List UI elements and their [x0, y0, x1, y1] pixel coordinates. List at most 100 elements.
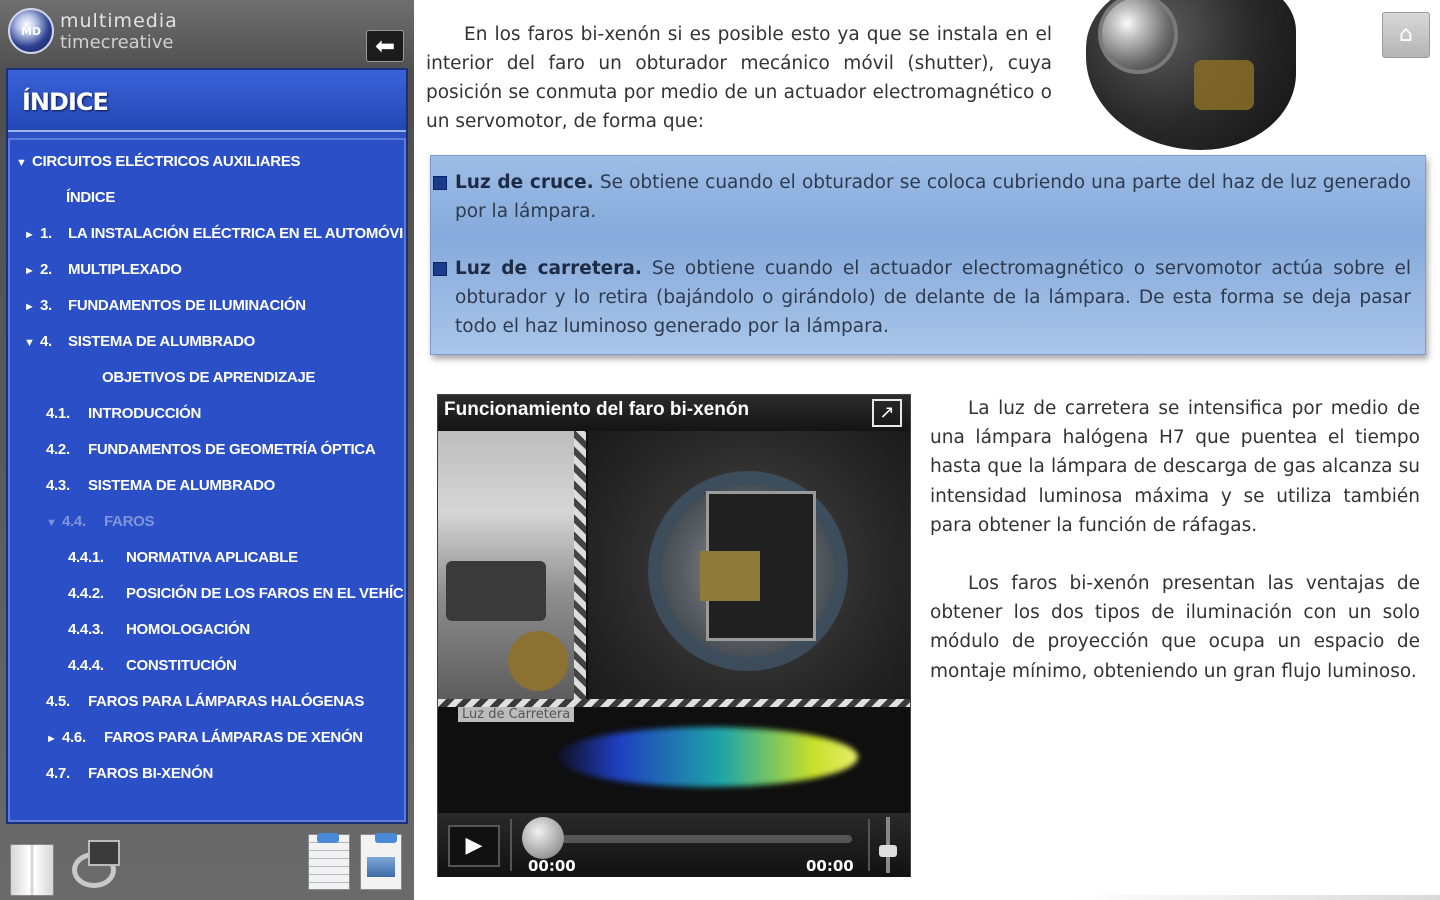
frame-left-view — [438, 431, 586, 701]
chevron-down-icon[interactable]: ▼ — [24, 325, 40, 360]
index-item[interactable]: 4.7. FAROS BI-XENÓN — [46, 756, 404, 792]
index-item-label: FAROS — [104, 513, 155, 530]
seek-bar[interactable] — [536, 835, 852, 843]
beam-text: Se obtiene cuando el obturador se coloca… — [455, 172, 1411, 222]
back-button[interactable]: ⬅ — [366, 30, 404, 62]
main-content: En los faros bi-xenón si es posible esto… — [414, 0, 1440, 900]
index-item-label: MULTIPLEXADO — [68, 261, 182, 278]
frame-caption: Luz de Carretera — [458, 707, 575, 722]
brand-name: multimedia — [60, 10, 178, 32]
index-item[interactable]: ► 3. FUNDAMENTOS DE ILUMINACIÓN — [24, 288, 404, 324]
index-item-number: 3. — [40, 297, 52, 314]
intro-paragraph: En los faros bi-xenón si es posible esto… — [426, 24, 1052, 132]
brand: MD multimedia timecreative — [8, 8, 248, 56]
video-title: Funcionamiento del faro bi-xenón — [444, 399, 750, 420]
brand-subname: timecreative — [60, 32, 174, 53]
index-item[interactable]: 4.4.3. HOMOLOGACIÓN — [68, 612, 404, 648]
headlamp-image — [1074, 0, 1304, 165]
total-time: 00:00 — [806, 857, 854, 875]
seek-handle[interactable] — [522, 817, 564, 859]
index-item-label: LA INSTALACIÓN ELÉCTRICA EN EL AUTOMÓVIL — [68, 225, 406, 242]
index-item[interactable]: 4.1. INTRODUCCIÓN — [46, 396, 404, 432]
index-item-label: OBJETIVOS DE APRENDIZAJE — [102, 369, 316, 386]
index-title: ÍNDICE — [22, 88, 109, 116]
index-item[interactable]: OBJETIVOS DE APRENDIZAJE — [102, 360, 404, 396]
gear-part — [508, 631, 568, 691]
video-frame[interactable]: Luz de Carretera — [438, 431, 910, 813]
video-title-bar: Funcionamiento del faro bi-xenón ↗ — [438, 395, 910, 431]
control-separator — [868, 819, 870, 871]
index-item-label: CONSTITUCIÓN — [126, 657, 237, 674]
index-item[interactable]: ▼ 4.4. FAROS — [46, 504, 404, 540]
chevron-right-icon[interactable]: ► — [24, 253, 40, 288]
arrow-tab — [317, 833, 339, 843]
chevron-right-icon[interactable]: ► — [24, 217, 40, 252]
index-item[interactable]: 4.5. FAROS PARA LÁMPARAS HALÓGENAS — [46, 684, 404, 720]
index-item[interactable]: ÍNDICE — [66, 180, 404, 216]
play-button[interactable]: ▶ — [448, 825, 500, 867]
index-item-label: SISTEMA DE ALUMBRADO — [88, 477, 276, 494]
index-item[interactable]: 4.2. FUNDAMENTOS DE GEOMETRÍA ÓPTICA — [46, 432, 404, 468]
stripe-divider — [438, 699, 910, 707]
side-text: La luz de carretera se intensifica por m… — [930, 394, 1420, 715]
index-item[interactable]: ► 4.6. FAROS PARA LÁMPARAS DE XENÓN — [46, 720, 404, 756]
document-icon[interactable] — [308, 833, 350, 890]
index-item-label: POSICIÓN DE LOS FAROS EN EL VEHÍCULO — [126, 585, 406, 602]
index-item-label: FUNDAMENTOS DE GEOMETRÍA ÓPTICA — [88, 441, 376, 458]
index-item-number: 4.7. — [46, 765, 70, 782]
index-item[interactable]: 4.3. SISTEMA DE ALUMBRADO — [46, 468, 404, 504]
index-item-label: NORMATIVA APLICABLE — [126, 549, 298, 566]
play-icon: ▶ — [465, 833, 483, 858]
current-time: 00:00 — [528, 857, 576, 875]
index-item-label: FUNDAMENTOS DE ILUMINACIÓN — [68, 297, 306, 314]
book-icon[interactable] — [10, 844, 54, 896]
headlamp-actuator — [1194, 60, 1254, 110]
index-item[interactable]: ► 2. MULTIPLEXADO — [24, 252, 404, 288]
chevron-right-icon[interactable]: ► — [24, 289, 40, 324]
index-item-label: FAROS BI-XENÓN — [88, 765, 213, 782]
video-player[interactable]: Funcionamiento del faro bi-xenón ↗ Luz d… — [437, 394, 911, 877]
index-item[interactable]: 4.4.4. CONSTITUCIÓN — [68, 648, 404, 684]
index-item-number: 4.4.2. — [68, 585, 104, 602]
sidebar: MD multimedia timecreative ⬅ ÍNDICE ▼ CIR… — [0, 0, 414, 900]
beam-term: Luz de cruce. — [455, 172, 594, 193]
arrow-left-icon: ⬅ — [374, 32, 396, 60]
index-item-number: 4. — [40, 333, 52, 350]
index-item-number: 4.3. — [46, 477, 70, 494]
media-gallery-icon[interactable] — [70, 840, 122, 890]
index-list[interactable]: ▼ CIRCUITOS ELÉCTRICOS AUXILIARES ÍNDICE ► 1… — [8, 138, 406, 822]
beam-term: Luz de carretera. — [455, 258, 642, 279]
index-item[interactable]: ▼ 4. SISTEMA DE ALUMBRADO — [24, 324, 404, 360]
index-item-number: 4.5. — [46, 693, 70, 710]
index-item-label: FAROS PARA LÁMPARAS DE XENÓN — [104, 729, 363, 746]
index-item-number: 4.4.1. — [68, 549, 104, 566]
chevron-right-icon[interactable]: ► — [46, 721, 62, 756]
page-shadow — [1064, 895, 1440, 900]
index-item-label: SISTEMA DE ALUMBRADO — [68, 333, 256, 350]
index-panel: ÍNDICE ▼ CIRCUITOS ELÉCTRICOS AUXILIARES Í… — [6, 68, 408, 824]
index-item-number: 4.4.4. — [68, 657, 104, 674]
expand-button[interactable]: ↗ — [872, 399, 902, 427]
index-item-label: HOMOLOGACIÓN — [126, 621, 250, 638]
frame-right-view — [588, 431, 910, 701]
home-button[interactable]: ⌂ — [1382, 12, 1430, 58]
index-item[interactable]: ► 1. LA INSTALACIÓN ELÉCTRICA EN EL AUTOMÓ… — [24, 216, 406, 252]
index-item-label: FAROS PARA LÁMPARAS HALÓGENAS — [88, 693, 365, 710]
index-item-number: 4.4.3. — [68, 621, 104, 638]
volume-slider[interactable] — [878, 817, 898, 873]
chevron-down-icon[interactable]: ▼ — [16, 145, 32, 180]
beam-item-high: Luz de carretera. Se obtiene cuando el a… — [433, 254, 1411, 341]
index-item[interactable]: 4.4.2. POSICIÓN DE LOS FAROS EN EL VEHÍCU… — [68, 576, 406, 612]
video-controls: ▶ 00:00 00:00 — [438, 813, 910, 877]
chevron-down-icon[interactable]: ▼ — [46, 505, 62, 540]
index-item[interactable]: ▼ CIRCUITOS ELÉCTRICOS AUXILIARES — [16, 144, 404, 180]
index-item-number: 4.2. — [46, 441, 70, 458]
index-item-label: ÍNDICE — [66, 189, 116, 206]
bullet-icon — [433, 176, 447, 190]
arrow-tab — [375, 833, 397, 843]
index-item[interactable]: 4.4.1. NORMATIVA APLICABLE — [68, 540, 404, 576]
volume-handle[interactable] — [879, 845, 897, 857]
index-item-label: CIRCUITOS ELÉCTRICOS AUXILIARES — [32, 153, 301, 170]
image-document-icon[interactable] — [360, 833, 402, 890]
index-item-number: 1. — [40, 225, 52, 242]
